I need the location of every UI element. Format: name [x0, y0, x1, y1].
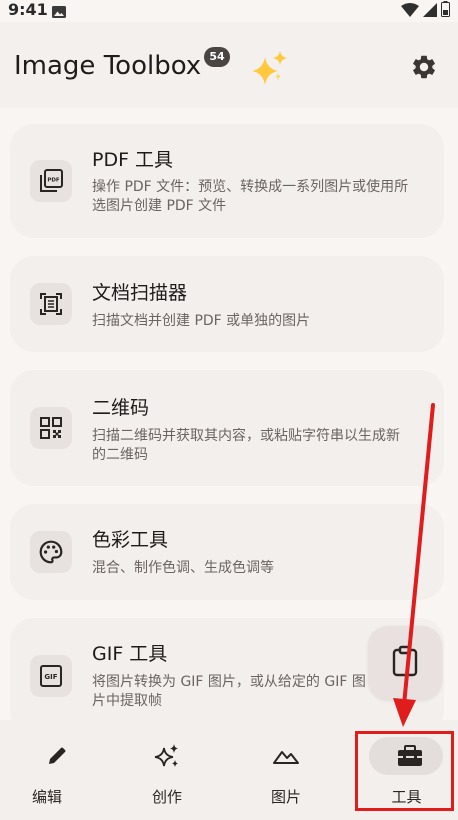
mountain-icon: [272, 742, 300, 770]
status-time: 9:41: [8, 0, 48, 19]
pencil-icon: [43, 742, 71, 770]
paste-fab-button[interactable]: [368, 626, 442, 700]
wifi-icon: [401, 2, 419, 21]
tool-title: GIF 工具: [92, 643, 168, 665]
nav-label: 编辑: [31, 788, 62, 806]
tool-description: 将图片转换为 GIF 图片，或从给定的 GIF 图片中提取帧: [92, 674, 366, 709]
app-title: Image Toolbox: [14, 51, 202, 81]
nav-label: 创作: [151, 788, 182, 806]
nav-label: 图片: [270, 788, 301, 806]
annotation-highlight-box: [355, 731, 454, 811]
status-bar: 9:41: [0, 0, 458, 22]
gear-icon[interactable]: [410, 53, 438, 81]
tool-title: 色彩工具: [92, 529, 169, 551]
sparkles-icon: [153, 742, 181, 770]
battery-icon: [441, 1, 450, 21]
tool-title: PDF 工具: [92, 149, 174, 171]
tool-title: 文档扫描器: [92, 282, 188, 304]
tool-description: 扫描文档并创建 PDF 或单独的图片: [92, 313, 311, 329]
signal-icon: [423, 2, 437, 21]
gif-icon: GIF: [30, 655, 72, 697]
status-indicators: [401, 1, 450, 21]
tool-description: 操作 PDF 文件：预览、转换成一系列图片或使用所选图片创建 PDF 文件: [92, 179, 409, 214]
tool-card-pdf[interactable]: PDF PDF 工具 操作 PDF 文件：预览、转换成一系列图片或使用所选图片创…: [10, 124, 444, 238]
nav-item-images[interactable]: 图片: [229, 720, 343, 820]
screen: 9:41 Image Toolbox 54 PDF PDF 工具 操作 PDF …: [0, 0, 458, 820]
tool-card-document-scanner[interactable]: 文档扫描器 扫描文档并创建 PDF 或单独的图片: [10, 256, 444, 352]
tool-description: 混合、制作色调、生成色调等: [92, 560, 274, 576]
clipboard-icon: [390, 645, 420, 681]
qr-code-icon: [30, 407, 72, 449]
sparkle-icon[interactable]: [250, 49, 288, 85]
nav-item-edit[interactable]: 编辑: [0, 720, 114, 820]
palette-icon: [30, 531, 72, 573]
svg-text:PDF: PDF: [47, 178, 60, 184]
document-scanner-icon: [30, 283, 72, 325]
image-notification-icon: [52, 3, 66, 18]
version-badge: 54: [204, 47, 230, 67]
tool-card-color-tools[interactable]: 色彩工具 混合、制作色调、生成色调等: [10, 504, 444, 600]
svg-text:GIF: GIF: [44, 673, 57, 681]
nav-item-create[interactable]: 创作: [110, 720, 224, 820]
tool-description: 扫描二维码并获取其内容，或粘贴字符串以生成新的二维码: [92, 428, 400, 463]
tool-card-qr-code[interactable]: 二维码 扫描二维码并获取其内容，或粘贴字符串以生成新的二维码: [10, 370, 444, 486]
app-bar: Image Toolbox 54: [0, 22, 458, 108]
tool-title: 二维码: [92, 397, 150, 419]
pdf-icon: PDF: [30, 160, 72, 202]
